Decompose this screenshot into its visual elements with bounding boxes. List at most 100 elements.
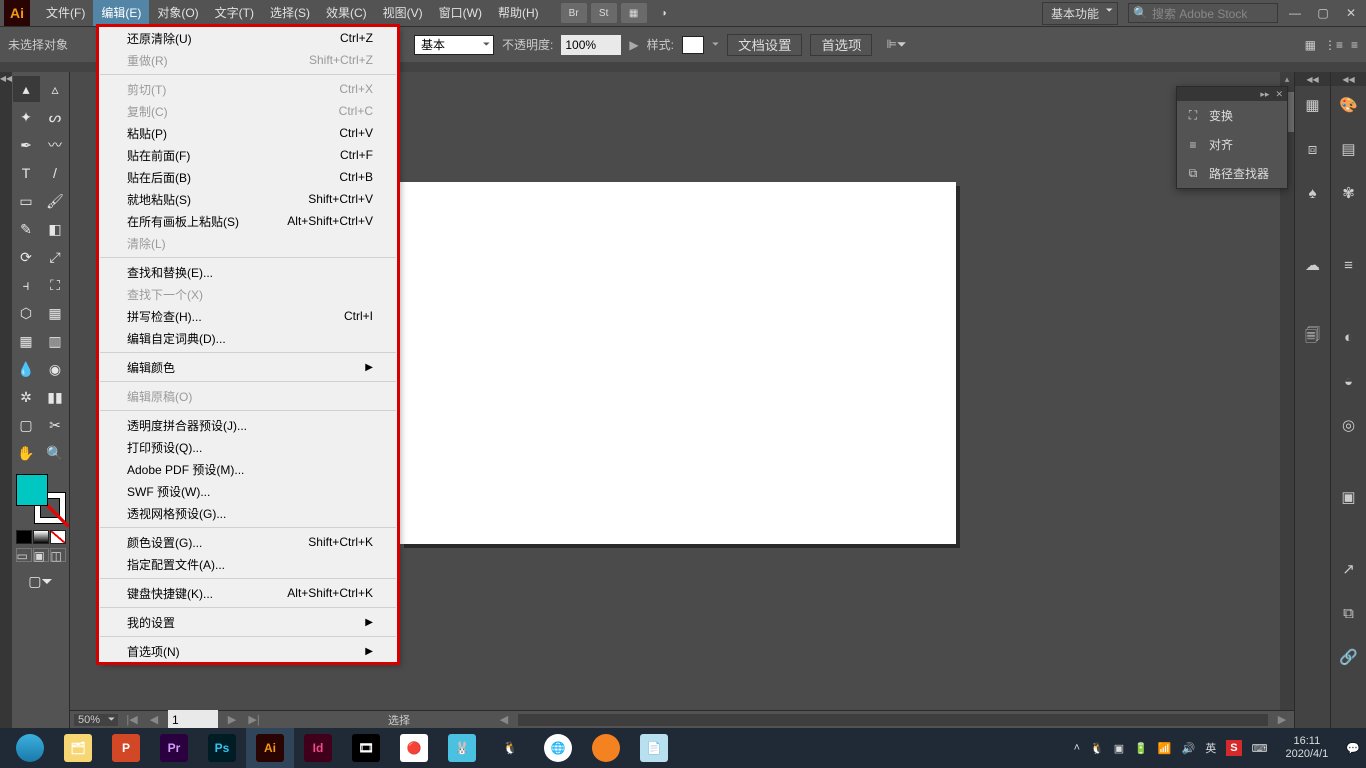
asset-export-panel-icon[interactable]: ↗ [1336,556,1362,582]
artboard-tool[interactable]: ▢ [13,412,40,438]
taskbar-notes-icon[interactable]: 📄 [630,728,678,768]
tray-ime-lang[interactable]: 英 [1205,740,1216,756]
zoom-dropdown[interactable]: 50% [74,714,118,726]
draw-behind[interactable]: ▣ [33,548,49,562]
dock-collapse-a[interactable]: ◀◀ [1295,72,1330,86]
stroke-panel-icon[interactable]: ≡ [1336,252,1362,278]
taskbar-qq-icon[interactable]: 🐧 [486,728,534,768]
swatches-panel-icon[interactable]: ▤ [1336,136,1362,162]
hscroll-right-icon[interactable]: ▶ [1274,713,1290,726]
menu-type[interactable]: 文字(T) [207,0,262,26]
curvature-tool[interactable]: 〰 [42,132,69,158]
tray-battery-icon[interactable]: 🔋 [1134,742,1148,755]
links-panel-icon[interactable]: 🔗 [1336,644,1362,670]
line-segment-tool[interactable]: / [42,160,69,186]
tray-volume-icon[interactable]: 🔊 [1182,742,1196,755]
stock-button[interactable]: St [591,3,617,23]
export-panel-icon[interactable]: 🗐 [1300,324,1326,350]
first-artboard-icon[interactable]: |◀ [124,713,140,726]
color-mode-none[interactable] [50,530,66,544]
appearance-panel-icon[interactable]: ♠ [1300,180,1326,206]
panel-collapse-icon[interactable]: ▸▸ [1260,89,1269,100]
lasso-tool[interactable]: ᔕ [42,104,69,130]
pathfinder-panel-icon[interactable]: ◎ [1336,412,1362,438]
hand-tool[interactable]: ✋ [13,440,40,466]
menu-select[interactable]: 选择(S) [262,0,318,26]
rectangle-tool[interactable]: ▭ [13,188,40,214]
free-transform-tool[interactable]: ⛶ [42,272,69,298]
workspace-switcher[interactable]: 基本功能 [1042,2,1118,25]
panel-toggle-icon-2[interactable]: ⋮≡ [1324,38,1343,52]
rotate-tool[interactable]: ⟳ [13,244,40,270]
panel-close-icon[interactable]: ✕ [1275,89,1283,100]
type-tool[interactable]: T [13,160,40,186]
menu-help[interactable]: 帮助(H) [490,0,547,26]
draw-normal[interactable]: ▭ [16,548,32,562]
menu-item-23[interactable]: Adobe PDF 预设(M)... [99,458,397,480]
shape-builder-tool[interactable]: ⬡ [13,300,40,326]
taskbar-illustrator-icon[interactable]: Ai [246,728,294,768]
transparency-panel-icon[interactable]: ◒ [1336,368,1362,394]
fill-stroke-control[interactable] [16,474,66,524]
menu-item-30[interactable]: 键盘快捷键(K)...Alt+Shift+Ctrl+K [99,582,397,604]
fill-swatch[interactable] [16,474,48,506]
taskbar-powerpoint-icon[interactable]: P [102,728,150,768]
last-artboard-icon[interactable]: ▶| [246,713,262,726]
draw-inside[interactable]: ◫ [50,548,66,562]
scale-tool[interactable]: ⤢ [42,244,69,270]
magic-wand-tool[interactable]: ✦ [13,104,40,130]
menu-effect[interactable]: 效果(C) [318,0,375,26]
panel-toggle-icon-1[interactable]: ▦ [1305,38,1316,52]
gpu-preview-icon[interactable]: ◑ [651,3,677,23]
symbol-sprayer-tool[interactable]: ✲ [13,384,40,410]
taskbar-photoshop-icon[interactable]: Ps [198,728,246,768]
menu-item-12[interactable]: 查找和替换(E)... [99,261,397,283]
menu-edit[interactable]: 编辑(E) [93,0,149,26]
tray-clock[interactable]: 16:11 2020/4/1 [1277,735,1336,761]
prev-artboard-icon[interactable]: ◀ [146,713,162,726]
selection-tool[interactable]: ▴ [13,76,40,102]
menu-item-22[interactable]: 打印预设(Q)... [99,436,397,458]
opacity-field[interactable] [561,35,621,55]
dock-collapse-b[interactable]: ◀◀ [1331,72,1366,86]
menu-item-7[interactable]: 贴在后面(B)Ctrl+B [99,166,397,188]
menu-window[interactable]: 窗口(W) [431,0,490,26]
menu-item-5[interactable]: 粘贴(P)Ctrl+V [99,122,397,144]
tray-keyboard-icon[interactable]: ⌨ [1252,742,1268,755]
menu-item-34[interactable]: 首选项(N)▶ [99,640,397,662]
align-icon[interactable]: ⊫⏷ [886,37,906,52]
taskbar-video-icon[interactable]: 🎞 [342,728,390,768]
zoom-tool[interactable]: 🔍 [42,440,69,466]
taskbar-browser-icon[interactable] [6,728,54,768]
close-button[interactable]: ✕ [1340,2,1362,24]
scroll-up-icon[interactable]: ▴ [1280,72,1294,86]
hscroll-left-icon[interactable]: ◀ [496,713,512,726]
perspective-grid-tool[interactable]: ▦ [42,300,69,326]
blend-tool[interactable]: ◉ [42,356,69,382]
style-swatch[interactable] [682,36,704,54]
direct-selection-tool[interactable]: ▵ [42,76,69,102]
taskbar-app3-icon[interactable] [582,728,630,768]
brushes-panel-icon[interactable]: ✾ [1336,180,1362,206]
menu-item-0[interactable]: 还原清除(U)Ctrl+Z [99,27,397,49]
tray-up-icon[interactable]: ˄ [1074,742,1080,754]
menu-file[interactable]: 文件(F) [38,0,93,26]
pathfinder-panel-row[interactable]: ⧉ 路径查找器 [1177,159,1287,188]
shaper-tool[interactable]: ✎ [13,216,40,242]
taskbar-premiere-icon[interactable]: Pr [150,728,198,768]
eraser-tool[interactable]: ◧ [42,216,69,242]
menu-item-17[interactable]: 编辑颜色▶ [99,356,397,378]
menu-item-8[interactable]: 就地粘贴(S)Shift+Ctrl+V [99,188,397,210]
doc-setup-button[interactable]: 文档设置 [727,34,802,56]
color-panel-icon[interactable]: 🎨 [1336,92,1362,118]
eyedropper-tool[interactable]: 💧 [13,356,40,382]
chevron-down-icon[interactable]: ⏷ [712,39,719,50]
screen-mode-button[interactable]: ▢⏷ [27,568,54,594]
tray-notifications-icon[interactable]: 💬 [1346,742,1360,755]
menu-item-25[interactable]: 透视网格预设(G)... [99,502,397,524]
gradient-tool[interactable]: ▥ [42,328,69,354]
mesh-tool[interactable]: ▦ [13,328,40,354]
preferences-button[interactable]: 首选项 [810,34,872,56]
menu-item-27[interactable]: 颜色设置(G)...Shift+Ctrl+K [99,531,397,553]
pen-tool[interactable]: ✒ [13,132,40,158]
